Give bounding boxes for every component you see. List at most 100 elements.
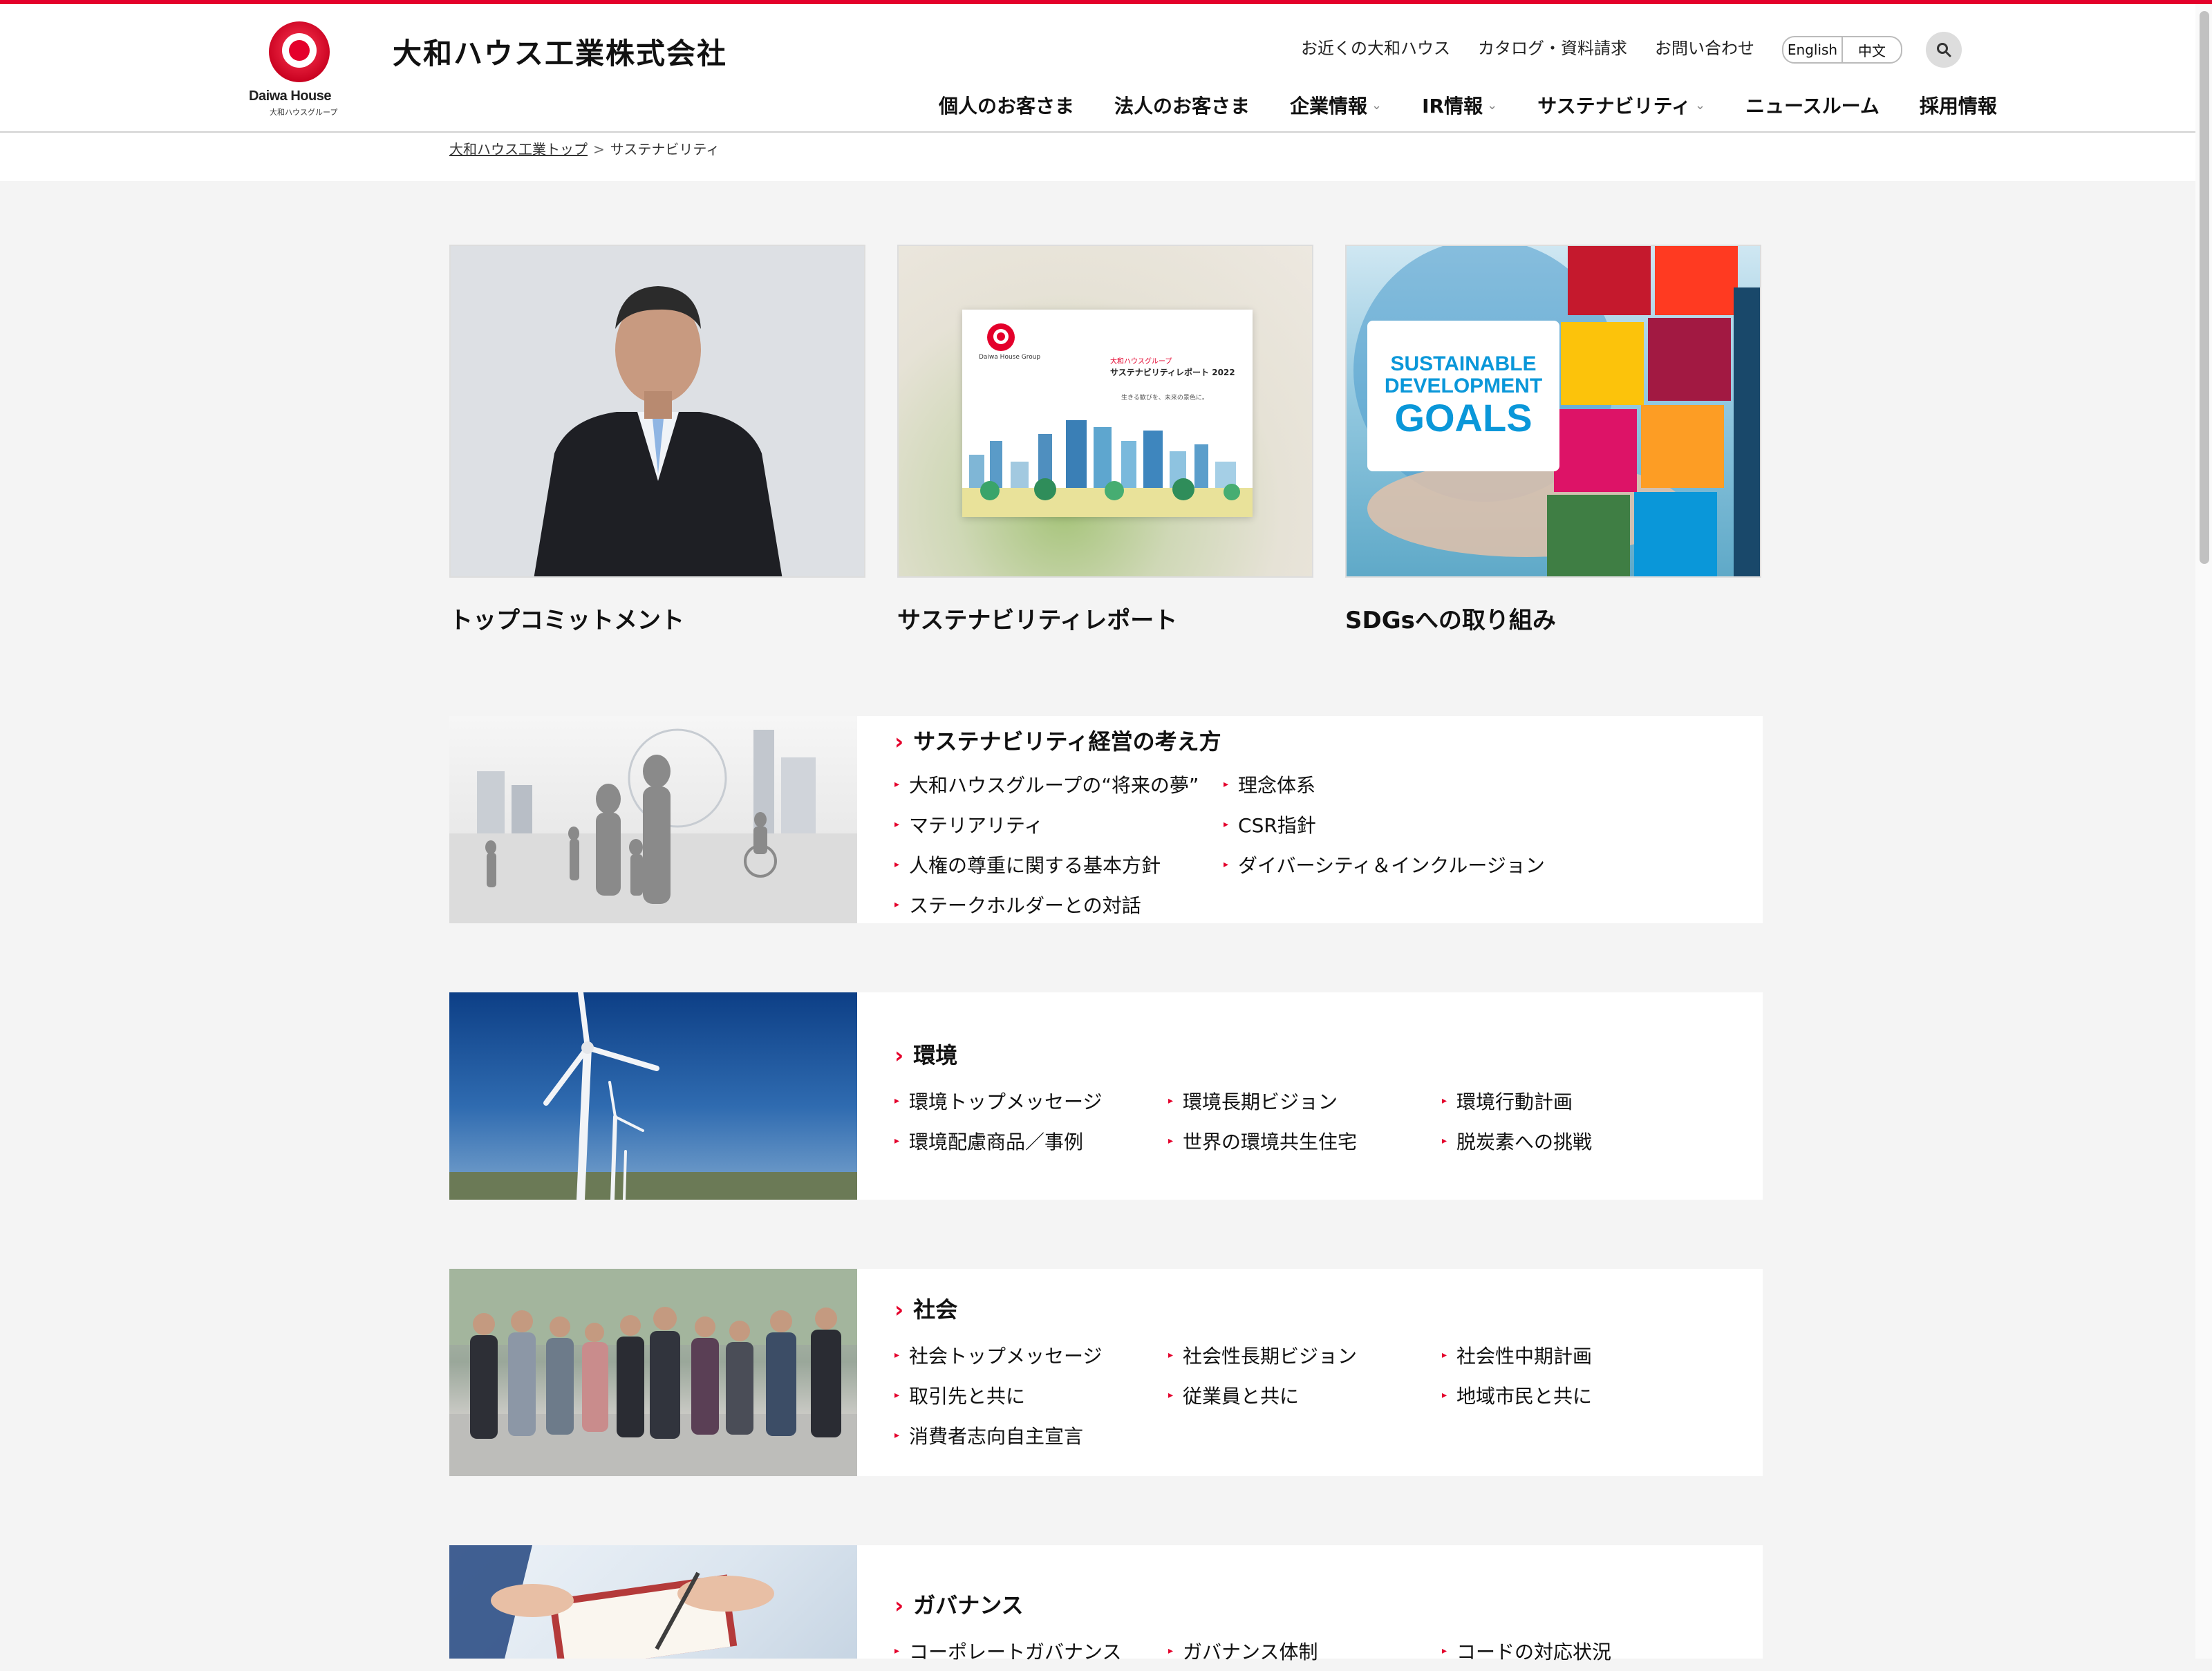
link-governance-structure[interactable]: ▸ ガバナンス体制 xyxy=(1168,1637,1442,1665)
triangle-right-icon: ▸ xyxy=(1168,1135,1174,1146)
util-link-nearby[interactable]: お近くの大和ハウス xyxy=(1301,35,1450,59)
society-links: ▸ 社会トップメッセージ ▸ 社会性長期ビジョン ▸ 社会性中期計画 ▸ 取引先と共に … xyxy=(894,1335,1716,1455)
section-heading-management[interactable]: › サステナビリティ経営の考え方 xyxy=(894,724,1221,756)
triangle-right-icon: ▸ xyxy=(894,1430,900,1441)
link-row: ▸ 環境トップメッセージ ▸ 環境長期ビジョン ▸ 環境行動計画 xyxy=(894,1081,1716,1121)
card-sustainability-report[interactable]: Daiwa House Group 大和ハウスグループ サステナビリティレポート… xyxy=(897,245,1313,635)
family-silhouette-image xyxy=(449,716,857,923)
link-corporate-governance[interactable]: ▸ コーポレートガバナンス xyxy=(894,1637,1168,1665)
nav-company-info[interactable]: 企業情報 ⌄ xyxy=(1290,91,1382,119)
link-label: 社会性中期計画 xyxy=(1456,1345,1593,1368)
breadcrumb-separator: > xyxy=(593,141,605,158)
triangle-right-icon: ▸ xyxy=(1442,1135,1447,1146)
nav-ir[interactable]: IR情報 ⌄ xyxy=(1422,91,1497,119)
link-row: ▸ 人権の尊重に関する基本方針 ▸ ダイバーシティ＆インクルージョン xyxy=(894,844,1553,885)
search-button[interactable] xyxy=(1926,32,1962,68)
chevron-down-icon: ⌄ xyxy=(1371,97,1382,113)
nav-label: 個人のお客さま xyxy=(939,95,1075,117)
lang-chinese[interactable]: 中文 xyxy=(1841,37,1901,62)
link-with-employees[interactable]: ▸ 従業員と共に xyxy=(1168,1381,1442,1409)
link-env-top-message[interactable]: ▸ 環境トップメッセージ xyxy=(894,1087,1168,1115)
triangle-right-icon: ▸ xyxy=(894,899,900,910)
link-env-long-term-vision[interactable]: ▸ 環境長期ビジョン xyxy=(1168,1087,1442,1115)
card-sdgs[interactable]: SUSTAINABLE DEVELOPMENT GOALS SDGsへの取り組み xyxy=(1345,245,1761,635)
link-label: 社会トップメッセージ xyxy=(909,1345,1103,1368)
link-consumer-declaration[interactable]: ▸ 消費者志向自主宣言 xyxy=(894,1422,1168,1449)
triangle-right-icon: ▸ xyxy=(894,1645,900,1656)
link-future-dream[interactable]: ▸ 大和ハウスグループの“将来の夢” xyxy=(894,771,1224,798)
link-code-compliance[interactable]: ▸ コードの対応状況 xyxy=(1442,1637,1716,1665)
link-with-suppliers[interactable]: ▸ 取引先と共に xyxy=(894,1381,1168,1409)
link-human-rights[interactable]: ▸ 人権の尊重に関する基本方針 xyxy=(894,851,1224,878)
triangle-right-icon: ▸ xyxy=(1442,1095,1447,1106)
section-heading-governance[interactable]: › ガバナンス xyxy=(894,1588,1024,1620)
link-materiality[interactable]: ▸ マテリアリティ xyxy=(894,811,1224,838)
nav-newsroom[interactable]: ニュースルーム xyxy=(1745,91,1880,119)
chevron-right-icon: › xyxy=(894,1296,904,1323)
chevron-right-icon: › xyxy=(894,1592,904,1618)
link-society-long-term-vision[interactable]: ▸ 社会性長期ビジョン xyxy=(1168,1341,1442,1369)
link-label: 社会性長期ビジョン xyxy=(1183,1345,1358,1368)
breadcrumb-home-link[interactable]: 大和ハウス工業トップ xyxy=(449,141,588,158)
link-csr-guideline[interactable]: ▸ CSR指針 xyxy=(1224,811,1553,838)
daiwa-house-logo[interactable]: Daiwa House 大和ハウスグループ xyxy=(249,19,359,123)
heading-label: ガバナンス xyxy=(913,1592,1024,1618)
report-title-text: サステナビリティレポート 2022 xyxy=(1110,368,1235,377)
nav-individual[interactable]: 個人のお客さま xyxy=(939,91,1074,119)
chevron-down-icon: ⌄ xyxy=(1487,97,1498,113)
link-philosophy[interactable]: ▸ 理念体系 xyxy=(1224,771,1553,798)
link-stakeholder-dialogue[interactable]: ▸ ステークホルダーとの対話 xyxy=(894,891,1224,918)
link-row: ▸ マテリアリティ ▸ CSR指針 xyxy=(894,804,1553,844)
link-label: マテリアリティ xyxy=(909,814,1044,837)
environment-links: ▸ 環境トップメッセージ ▸ 環境長期ビジョン ▸ 環境行動計画 ▸ 環境配慮商品／事例… xyxy=(894,1081,1716,1161)
link-row: ▸ 大和ハウスグループの“将来の夢” ▸ 理念体系 xyxy=(894,764,1553,804)
heading-label: 環境 xyxy=(913,1042,958,1068)
link-society-mid-term-plan[interactable]: ▸ 社会性中期計画 xyxy=(1442,1341,1716,1369)
link-diversity[interactable]: ▸ ダイバーシティ＆インクルージョン xyxy=(1224,851,1553,878)
nav-label: サステナビリティ xyxy=(1537,95,1691,117)
link-label: コードの対応状況 xyxy=(1456,1641,1612,1663)
governance-links: ▸ コーポレートガバナンス ▸ ガバナンス体制 ▸ コードの対応状況 xyxy=(894,1631,1716,1671)
util-link-contact[interactable]: お問い合わせ xyxy=(1655,35,1754,59)
heading-label: 社会 xyxy=(913,1296,958,1323)
link-row: ▸ 取引先と共に ▸ 従業員と共に ▸ 地域市民と共に xyxy=(894,1375,1716,1415)
nav-sustainability[interactable]: サステナビリティ ⌄ xyxy=(1537,91,1705,119)
section-heading-environment[interactable]: › 環境 xyxy=(894,1038,957,1070)
scrollbar-thumb[interactable] xyxy=(2200,11,2209,564)
triangle-right-icon: ▸ xyxy=(1168,1350,1174,1361)
logo-sub-text: 大和ハウスグループ xyxy=(270,108,338,117)
utility-links: お近くの大和ハウス カタログ・資料請求 お問い合わせ xyxy=(1301,35,1754,59)
util-link-catalog[interactable]: カタログ・資料請求 xyxy=(1478,35,1627,59)
sdg-line1: SUSTAINABLE xyxy=(1390,352,1537,375)
triangle-right-icon: ▸ xyxy=(894,1135,900,1146)
nav-label: 企業情報 xyxy=(1290,95,1368,117)
link-eco-products[interactable]: ▸ 環境配慮商品／事例 xyxy=(894,1127,1168,1155)
triangle-right-icon: ▸ xyxy=(894,859,900,870)
link-society-top-message[interactable]: ▸ 社会トップメッセージ xyxy=(894,1341,1168,1369)
company-name[interactable]: 大和ハウス工業株式会社 xyxy=(393,30,727,73)
card-top-commitment[interactable]: トップコミットメント xyxy=(449,245,865,635)
nav-corporate[interactable]: 法人のお客さま xyxy=(1114,91,1250,119)
main-navigation: 個人のお客さま 法人のお客さま 企業情報 ⌄ IR情報 ⌄ サステナビリティ ⌄ ニュ… xyxy=(939,91,1997,119)
nav-recruit[interactable]: 採用情報 xyxy=(1920,91,1997,119)
link-with-communities[interactable]: ▸ 地域市民と共に xyxy=(1442,1381,1716,1409)
link-label: 世界の環境共生住宅 xyxy=(1183,1131,1358,1153)
triangle-right-icon: ▸ xyxy=(894,819,900,830)
link-eco-housing[interactable]: ▸ 世界の環境共生住宅 xyxy=(1168,1127,1442,1155)
card-title: サステナビリティレポート xyxy=(897,607,1178,634)
triangle-right-icon: ▸ xyxy=(1168,1645,1174,1656)
lang-english[interactable]: English xyxy=(1783,37,1841,62)
report-logo-text: Daiwa House Group xyxy=(979,354,1041,361)
report-group-text: 大和ハウスグループ xyxy=(1110,358,1172,366)
triangle-right-icon: ▸ xyxy=(894,1095,900,1106)
link-env-action-plan[interactable]: ▸ 環境行動計画 xyxy=(1442,1087,1716,1115)
section-management: › サステナビリティ経営の考え方 ▸ 大和ハウスグループの“将来の夢” ▸ 理念体系 … xyxy=(449,716,1763,923)
scrollbar[interactable] xyxy=(2195,4,2212,1659)
breadcrumb: 大和ハウス工業トップ > サステナビリティ xyxy=(449,138,720,158)
report-cover: Daiwa House Group 大和ハウスグループ サステナビリティレポート… xyxy=(962,310,1253,517)
section-heading-society[interactable]: › 社会 xyxy=(894,1292,957,1324)
triangle-right-icon: ▸ xyxy=(1224,779,1229,790)
link-decarbonization[interactable]: ▸ 脱炭素への挑戦 xyxy=(1442,1127,1716,1155)
triangle-right-icon: ▸ xyxy=(1168,1095,1174,1106)
link-label: 消費者志向自主宣言 xyxy=(909,1425,1084,1448)
